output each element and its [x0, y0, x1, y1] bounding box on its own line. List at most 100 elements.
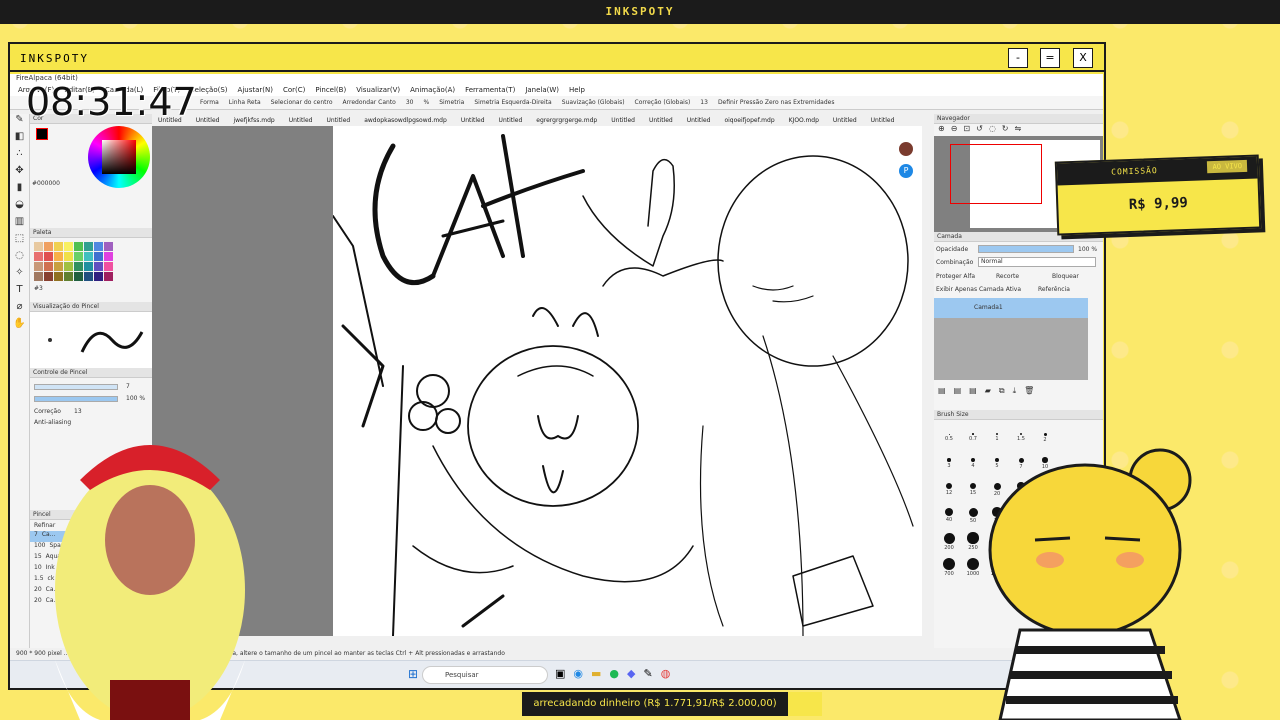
document-tab[interactable]: Untitled: [687, 117, 711, 124]
document-tab[interactable]: KJOO.mdp: [789, 117, 819, 124]
merge-down-icon[interactable]: ⤓: [1013, 386, 1017, 396]
palette-swatch[interactable]: [104, 252, 113, 261]
fit-icon[interactable]: ⊡: [963, 124, 970, 136]
menu-item[interactable]: Ferramenta(T): [465, 86, 515, 94]
palette-swatch[interactable]: [74, 252, 83, 261]
new-1bit-layer-icon[interactable]: ▤: [969, 386, 977, 396]
reset-icon[interactable]: ◌: [989, 124, 996, 136]
palette-swatch[interactable]: [104, 272, 113, 281]
document-tab[interactable]: Untitled: [289, 117, 313, 124]
palette-swatch[interactable]: [64, 262, 73, 271]
palette-swatch[interactable]: [44, 242, 53, 251]
palette-swatch[interactable]: [84, 242, 93, 251]
brush-size-slider[interactable]: [34, 384, 118, 390]
tool-option[interactable]: Selecionar do centro: [271, 99, 333, 106]
menu-item[interactable]: Help: [569, 86, 585, 94]
zoom-out-icon[interactable]: ⊖: [951, 124, 958, 136]
brush-opacity-slider[interactable]: [34, 396, 118, 402]
palette-swatch[interactable]: [34, 252, 43, 261]
explorer-icon[interactable]: ▬: [591, 667, 601, 680]
palette-swatch[interactable]: [64, 252, 73, 261]
canvas-area[interactable]: P: [152, 126, 922, 636]
zoom-in-icon[interactable]: ⊕: [938, 124, 945, 136]
tool-option[interactable]: Simetria Esquerda-Direita: [474, 99, 551, 106]
document-tab[interactable]: Untitled: [649, 117, 673, 124]
document-tab[interactable]: awdopkasowdlpgsowd.mdp: [364, 117, 447, 124]
task-view-icon[interactable]: ▣: [555, 667, 565, 680]
palette-swatch[interactable]: [74, 242, 83, 251]
tool-option[interactable]: Correção (Globais): [635, 99, 691, 106]
reference-checkbox[interactable]: Referência: [1038, 286, 1070, 293]
magic-wand-icon[interactable]: ✧: [10, 267, 29, 284]
palette-swatch[interactable]: [84, 272, 93, 281]
palette-swatch[interactable]: [84, 262, 93, 271]
document-tab[interactable]: Untitled: [326, 117, 350, 124]
tool-option[interactable]: Linha Reta: [229, 99, 261, 106]
palette-swatch[interactable]: [54, 262, 63, 271]
rotate-left-icon[interactable]: ↺: [976, 124, 983, 136]
discord-icon[interactable]: ◆: [627, 667, 635, 680]
lasso-tool-icon[interactable]: ◌: [10, 250, 29, 267]
palette-swatch[interactable]: [34, 242, 43, 251]
select-tool-icon[interactable]: ⬚: [10, 233, 29, 250]
delete-layer-icon[interactable]: 🗑: [1024, 386, 1034, 396]
eraser-tool-icon[interactable]: ◧: [10, 131, 29, 148]
palette-swatch[interactable]: [94, 272, 103, 281]
tool-option[interactable]: 30: [406, 99, 414, 106]
palette-swatch[interactable]: [54, 252, 63, 261]
menu-item[interactable]: Janela(W): [525, 86, 559, 94]
tool-option[interactable]: Arredondar Canto: [343, 99, 396, 106]
palette-swatch[interactable]: [64, 242, 73, 251]
tool-option[interactable]: %: [423, 99, 429, 106]
taskbar-search[interactable]: Pesquisar: [422, 666, 548, 684]
protect-alpha-checkbox[interactable]: Proteger Alfa: [936, 273, 975, 280]
palette-swatch[interactable]: [94, 262, 103, 271]
palette-swatch[interactable]: [54, 242, 63, 251]
palette-swatch[interactable]: [64, 272, 73, 281]
new-8bit-layer-icon[interactable]: ▤: [954, 386, 962, 396]
menu-item[interactable]: Ajustar(N): [238, 86, 273, 94]
document-tab[interactable]: Untitled: [871, 117, 895, 124]
menu-item[interactable]: Cor(C): [283, 86, 305, 94]
menu-item[interactable]: Visualizar(V): [356, 86, 400, 94]
document-tab[interactable]: Untitled: [611, 117, 635, 124]
palette-swatch[interactable]: [104, 262, 113, 271]
color-wheel[interactable]: [88, 126, 150, 188]
palette-swatch[interactable]: [94, 242, 103, 251]
eyedropper-tool-icon[interactable]: ⌀: [10, 301, 29, 318]
close-button[interactable]: X: [1073, 48, 1093, 68]
lock-checkbox[interactable]: Bloquear: [1052, 273, 1079, 280]
flip-icon[interactable]: ⇋: [1015, 124, 1022, 136]
text-tool-icon[interactable]: T: [10, 284, 29, 301]
document-tab[interactable]: oiqoeifjopef.mdp: [724, 117, 774, 124]
palette-swatch[interactable]: [74, 262, 83, 271]
tool-option[interactable]: Suavização (Globais): [562, 99, 625, 106]
document-tab[interactable]: Untitled: [833, 117, 857, 124]
spotify-icon[interactable]: ●: [609, 667, 619, 680]
correction-value[interactable]: 13: [74, 408, 82, 415]
document-tab[interactable]: Untitled: [499, 117, 523, 124]
folder-icon[interactable]: ▰: [985, 386, 991, 396]
tool-option[interactable]: Forma: [200, 99, 219, 106]
tool-option[interactable]: 13: [700, 99, 708, 106]
bucket-tool-icon[interactable]: ◒: [10, 199, 29, 216]
palette-swatch[interactable]: [44, 262, 53, 271]
fill-tool-icon[interactable]: ▮: [10, 182, 29, 199]
firealpaca-icon[interactable]: ✎: [644, 667, 653, 680]
new-layer-icon[interactable]: ▤: [938, 386, 946, 396]
minimize-button[interactable]: -: [1008, 48, 1028, 68]
document-tab[interactable]: egrergrgrgerge.mdp: [536, 117, 597, 124]
show-active-checkbox[interactable]: Exibir Apenas Camada Ativa: [936, 286, 1021, 293]
hand-tool-icon[interactable]: ✋: [10, 318, 29, 335]
pixiv-icon[interactable]: P: [899, 164, 913, 178]
rotate-right-icon[interactable]: ↻: [1002, 124, 1009, 136]
dot-tool-icon[interactable]: ∴: [10, 148, 29, 165]
layer-row[interactable]: Camada1: [934, 298, 1088, 318]
primary-color-swatch[interactable]: [36, 128, 48, 140]
layer-opacity-slider[interactable]: [978, 245, 1074, 253]
document-tab[interactable]: jwefjkfss.mdp: [233, 117, 274, 124]
palette-swatch[interactable]: [44, 252, 53, 261]
palette-swatch[interactable]: [84, 252, 93, 261]
document-tab[interactable]: Untitled: [461, 117, 485, 124]
menu-item[interactable]: Animação(A): [410, 86, 455, 94]
